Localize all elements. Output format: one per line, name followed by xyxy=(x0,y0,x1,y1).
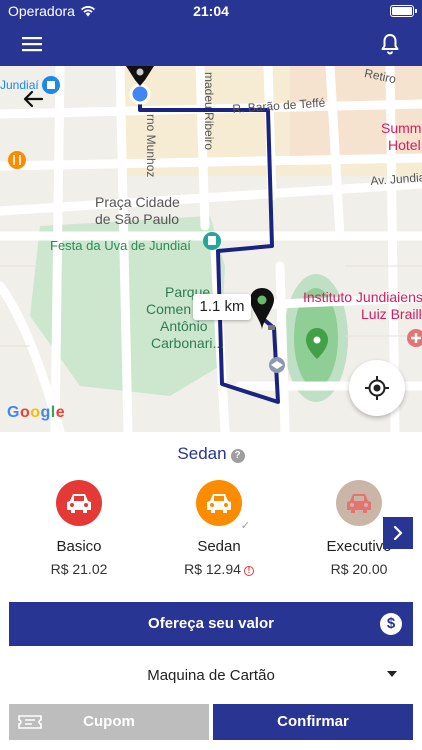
map-label-festa: Festa da Uva de Jundiaí xyxy=(50,238,191,253)
map-label-munhoz: rno Munhoz xyxy=(144,114,158,178)
vehicle-price: R$ 21.02 xyxy=(50,561,108,577)
map-label-hotel: Hotel xyxy=(388,137,421,153)
category-label: Sedan xyxy=(177,444,227,463)
map-label-instituto-1: Instituto Jundiaiens xyxy=(303,289,422,305)
dropdown-caret-icon xyxy=(387,671,397,677)
price-info-icon[interactable]: ! xyxy=(243,566,254,576)
next-vehicles-button[interactable] xyxy=(383,517,413,549)
app-bar xyxy=(0,22,422,66)
map-view[interactable]: Jundiaí rno Munhoz madeu Ribeiro R. Barã… xyxy=(0,66,422,432)
confirm-label: Confirmar xyxy=(277,713,349,730)
vehicle-price: R$ 12.94 xyxy=(184,561,241,577)
selected-check-icon: ✓ xyxy=(240,520,250,532)
chevron-right-icon xyxy=(393,526,403,540)
vehicle-name: Sedan xyxy=(197,538,241,555)
google-logo-letter: e xyxy=(55,404,66,421)
map-label-parque-4: Carbonari... xyxy=(151,335,225,351)
coupon-label: Cupom xyxy=(83,713,135,730)
vehicle-price-row: R$ 12.94! xyxy=(159,561,279,577)
vehicle-name: Basico xyxy=(56,538,102,555)
ride-options-panel: Sedan? Basico R$ 21.02 ✓ Sedan R$ 12.94!… xyxy=(0,432,422,750)
car-icon: ✓ xyxy=(196,480,250,532)
vehicle-option-sedan[interactable]: ✓ Sedan R$ 12.94! xyxy=(159,480,279,577)
back-arrow-icon[interactable] xyxy=(22,88,44,110)
selected-category: Sedan? xyxy=(0,444,422,464)
help-icon[interactable]: ? xyxy=(230,449,245,463)
clock: 21:04 xyxy=(193,3,229,19)
status-bar: Operadora 21:04 xyxy=(0,0,422,22)
vehicle-price: R$ 20.00 xyxy=(330,561,388,577)
google-logo-letter: G xyxy=(7,404,20,421)
google-logo-letter: o xyxy=(19,404,31,421)
menu-icon[interactable] xyxy=(20,34,46,54)
offer-value-button[interactable]: Ofereça seu valor $ xyxy=(9,602,413,646)
car-icon xyxy=(336,480,382,526)
my-location-button[interactable] xyxy=(349,360,405,416)
map-label-summit: Summ xyxy=(381,120,422,136)
google-logo: Google xyxy=(7,404,65,422)
ticket-icon xyxy=(18,715,42,729)
bell-icon[interactable] xyxy=(378,32,402,56)
map-label-parque-3: Antônio xyxy=(160,318,208,334)
offer-value-label: Ofereça seu valor xyxy=(148,615,274,632)
payment-method-select[interactable]: Maquina de Cartão xyxy=(9,658,413,692)
google-logo-letter: o xyxy=(30,404,41,421)
car-icon xyxy=(56,480,102,526)
map-label-madeu: madeu Ribeiro xyxy=(202,72,216,151)
payment-method-value: Maquina de Cartão xyxy=(147,667,275,684)
distance-label: 1.1 km xyxy=(193,294,251,320)
map-label-praca-2: de São Paulo xyxy=(95,211,180,227)
google-logo-letter: g xyxy=(40,404,51,421)
vehicle-option-basico[interactable]: Basico R$ 21.02 xyxy=(19,480,139,577)
confirm-button[interactable]: Confirmar xyxy=(213,704,413,740)
battery-icon xyxy=(390,5,417,17)
coupon-button[interactable]: Cupom xyxy=(9,704,209,740)
dollar-icon: $ xyxy=(380,613,402,635)
crosshair-icon xyxy=(365,376,389,400)
map-label-instituto-2: Luiz Braill xyxy=(361,306,422,322)
map-label-parque-2: Comen xyxy=(146,301,192,317)
map-label-praca-1: Praça Cidade xyxy=(95,194,180,210)
